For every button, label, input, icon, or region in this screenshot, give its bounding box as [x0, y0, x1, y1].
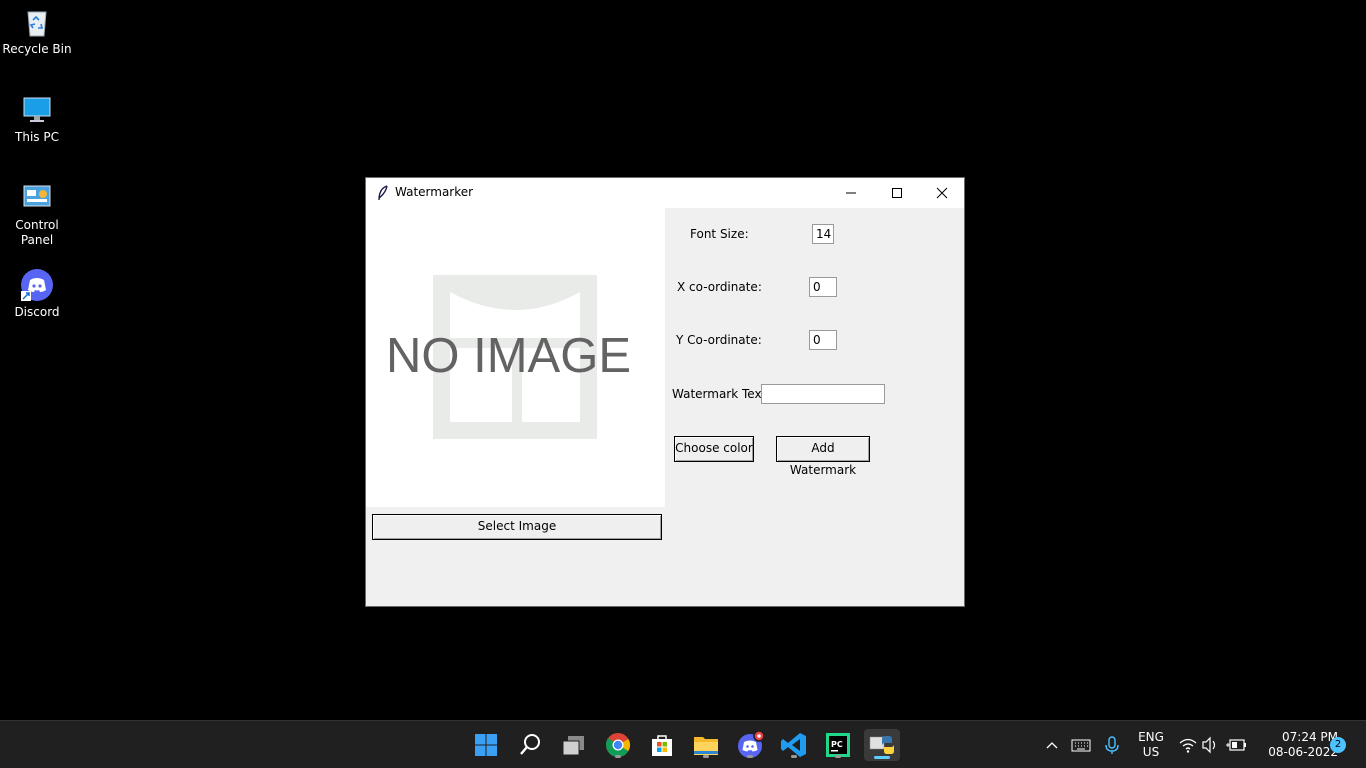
watermarker-window: Watermarker NO IMAGE Select Image Font S… [365, 177, 965, 607]
desktop-icon-recycle-bin[interactable]: Recycle Bin [0, 6, 74, 57]
language-indicator[interactable]: ENG US [1134, 730, 1168, 760]
running-indicator [835, 755, 841, 758]
running-indicator [791, 755, 797, 758]
control-panel-icon [21, 182, 53, 214]
title-bar[interactable]: Watermarker [366, 178, 964, 208]
desktop-icon-control-panel[interactable]: Control Panel [0, 182, 74, 248]
clock[interactable]: 07:24 PM 08-06-2022 [1254, 730, 1338, 760]
file-explorer-icon[interactable] [690, 729, 722, 761]
chrome-icon[interactable] [602, 729, 634, 761]
running-indicator [615, 755, 621, 758]
clock-date: 08-06-2022 [1268, 745, 1338, 759]
region-code: US [1142, 745, 1160, 759]
volume-icon[interactable] [1200, 729, 1220, 761]
language-code: ENG [1138, 730, 1164, 744]
minimize-button[interactable] [828, 178, 874, 208]
recycle-bin-label: Recycle Bin [2, 42, 72, 56]
y-coordinate-input[interactable]: 0 [809, 330, 837, 350]
font-size-input[interactable]: 14 [812, 224, 834, 244]
svg-text:PC: PC [831, 740, 843, 749]
clock-time: 07:24 PM [1282, 730, 1338, 744]
watermark-text-label: Watermark Text: [672, 387, 771, 401]
y-coordinate-label: Y Co-ordinate: [676, 333, 762, 347]
discord-label: Discord [14, 305, 60, 319]
taskbar: PC ENG US 07:24 PM 08-06-2022 2 [0, 720, 1366, 768]
notification-badge[interactable]: 2 [1330, 737, 1346, 753]
windows-start-icon[interactable] [470, 729, 502, 761]
running-indicator [747, 755, 753, 758]
discord-icon [21, 269, 53, 301]
add-watermark-button[interactable]: Add Watermark [776, 436, 870, 477]
desktop-icon-discord[interactable]: Discord [0, 269, 74, 320]
battery-icon[interactable] [1226, 729, 1248, 761]
task-view-icon[interactable] [558, 729, 590, 761]
feather-icon [376, 185, 390, 201]
control-panel-label: Control Panel [15, 218, 59, 247]
pycharm-icon[interactable]: PC [822, 729, 854, 761]
running-indicator [703, 755, 709, 758]
maximize-button[interactable] [874, 178, 920, 208]
x-coordinate-label: X co-ordinate: [677, 280, 762, 294]
microsoft-store-icon[interactable] [646, 729, 678, 761]
this-pc-label: This PC [15, 130, 59, 144]
wifi-icon[interactable] [1178, 729, 1198, 761]
x-coordinate-input[interactable]: 0 [809, 277, 837, 297]
image-preview-canvas: NO IMAGE [366, 208, 665, 507]
window-title: Watermarker [395, 185, 474, 199]
recycle-bin-icon [21, 6, 53, 38]
active-indicator [874, 756, 890, 759]
vscode-icon[interactable] [778, 729, 810, 761]
select-image-button[interactable]: Select Image [372, 514, 662, 540]
search-icon[interactable] [514, 729, 546, 761]
font-size-label: Font Size: [690, 227, 749, 241]
watermark-text-input[interactable] [761, 384, 885, 404]
close-button[interactable] [919, 178, 965, 208]
monitor-icon [21, 94, 53, 126]
microphone-icon[interactable] [1102, 729, 1122, 761]
python-icon[interactable] [864, 729, 900, 761]
keyboard-icon[interactable] [1070, 729, 1092, 761]
choose-color-button[interactable]: Choose color [674, 436, 754, 462]
no-image-text: NO IMAGE [386, 329, 632, 383]
notification-count: 2 [1334, 739, 1342, 750]
chevron-up-icon[interactable] [1042, 729, 1062, 761]
desktop-icon-this-pc[interactable]: This PC [0, 94, 74, 145]
discord-taskbar-icon[interactable] [734, 729, 766, 761]
